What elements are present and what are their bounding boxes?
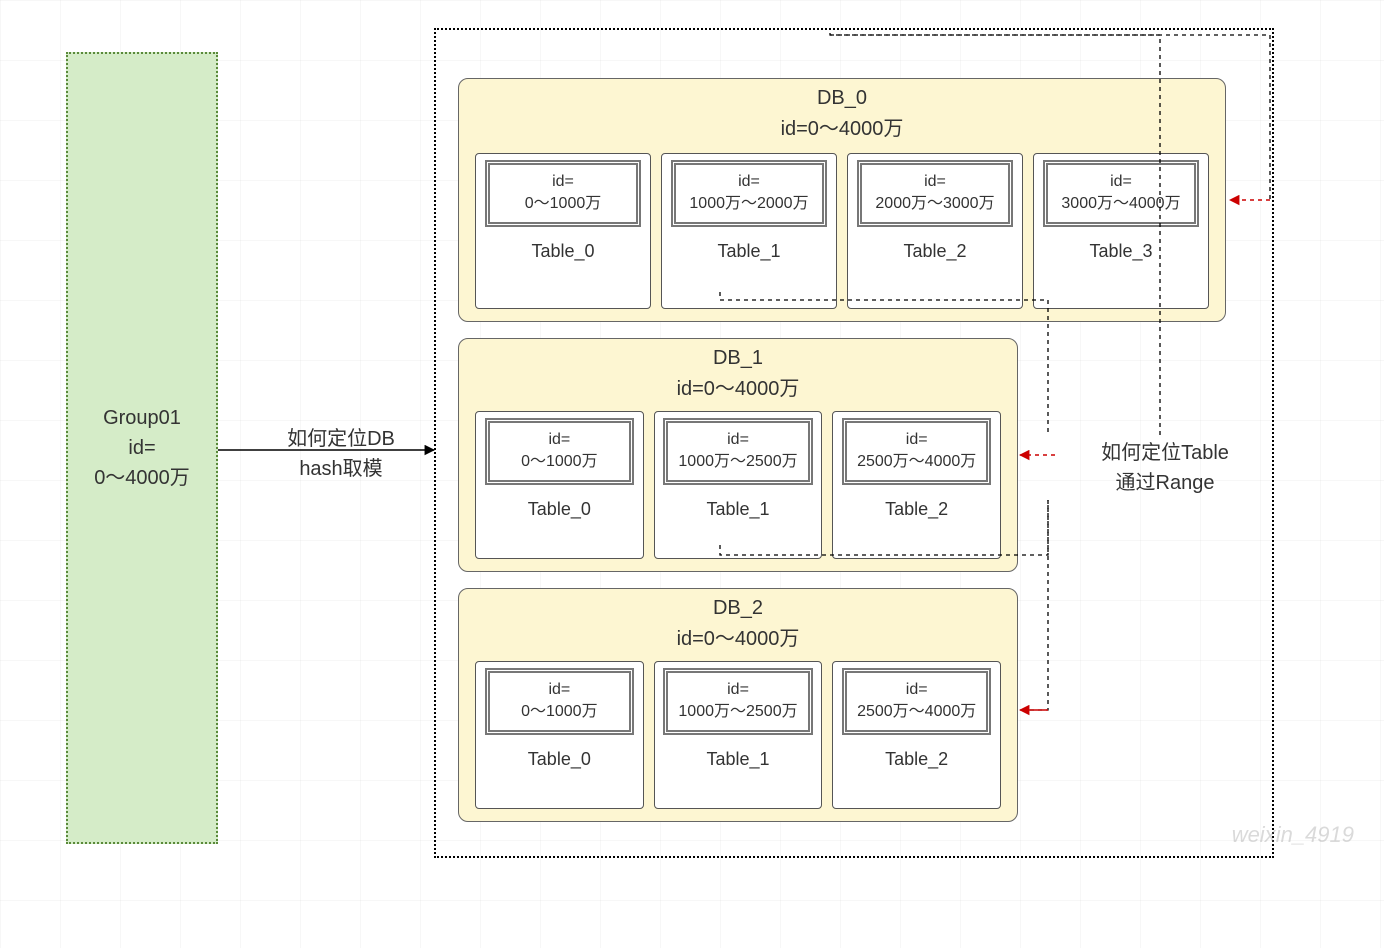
table-box: id= 2500万～4000万 Table_2 [832,661,1001,809]
table-id: id= 1000万～2500万 [663,418,812,485]
db-box-1: DB_1 id=0～4000万 id= 0～1000万 Table_0 id= … [458,338,1018,572]
table-id: id= 0～1000万 [485,160,641,227]
table-box: id= 3000万～4000万 Table_3 [1033,153,1209,309]
db-title: DB_2 [459,597,1017,620]
table-name: Table_1 [717,241,780,262]
table-id: id= 0～1000万 [485,668,634,735]
table-id: id= 3000万～4000万 [1043,160,1199,227]
group-title: Group01 [103,403,181,433]
label-locate-db-line1: 如何定位DB [256,424,426,454]
table-name: Table_1 [706,499,769,520]
table-box: id= 0～1000万 Table_0 [475,153,651,309]
table-name: Table_0 [531,241,594,262]
table-name: Table_1 [706,749,769,770]
db-range: id=0～4000万 [459,112,1225,141]
table-box: id= 1000万～2500万 Table_1 [654,661,823,809]
table-name: Table_2 [885,749,948,770]
db-box-2: DB_2 id=0～4000万 id= 0～1000万 Table_0 id= … [458,588,1018,822]
table-box: id= 0～1000万 Table_0 [475,661,644,809]
table-box: id= 2500万～4000万 Table_2 [832,411,1001,559]
table-name: Table_0 [528,749,591,770]
db-title: DB_0 [459,87,1225,110]
group-range: 0～4000万 [94,463,190,493]
db-box-0: DB_0 id=0～4000万 id= 0～1000万 Table_0 id= … [458,78,1226,322]
db-range: id=0～4000万 [459,622,1017,651]
label-locate-table: 如何定位Table 通过Range [1055,438,1275,498]
table-id: id= 1000万～2500万 [663,668,812,735]
label-locate-db: 如何定位DB hash取模 [256,424,426,484]
table-id: id= 2500万～4000万 [842,668,991,735]
table-name: Table_2 [885,499,948,520]
watermark: weixin_4919 [1232,822,1354,848]
db-range: id=0～4000万 [459,372,1017,401]
table-id: id= 2500万～4000万 [842,418,991,485]
table-name: Table_2 [903,241,966,262]
table-name: Table_0 [528,499,591,520]
group-id-label: id= [128,433,155,463]
table-id: id= 2000万～3000万 [857,160,1013,227]
label-locate-table-line2: 通过Range [1055,468,1275,498]
table-box: id= 2000万～3000万 Table_2 [847,153,1023,309]
table-name: Table_3 [1089,241,1152,262]
db-title: DB_1 [459,347,1017,370]
table-id: id= 0～1000万 [485,418,634,485]
table-box: id= 0～1000万 Table_0 [475,411,644,559]
label-locate-db-line2: hash取模 [256,454,426,484]
table-box: id= 1000万～2500万 Table_1 [654,411,823,559]
table-id: id= 1000万～2000万 [671,160,827,227]
label-locate-table-line1: 如何定位Table [1055,438,1275,468]
table-box: id= 1000万～2000万 Table_1 [661,153,837,309]
group-box: Group01 id= 0～4000万 [66,52,218,844]
